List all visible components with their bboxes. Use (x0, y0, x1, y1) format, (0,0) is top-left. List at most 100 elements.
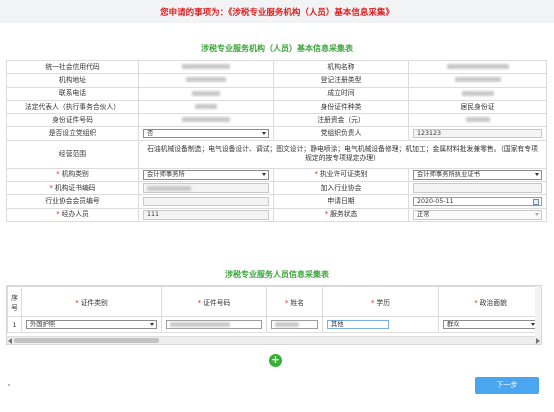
party-org-select[interactable]: 否 (143, 128, 269, 139)
party-leader-label: 党组织负责人 (273, 126, 409, 141)
association-label: 加入行业协会 (273, 181, 409, 196)
business-scope-value: 石油机械设备制造；电气设备设计、调试；图文设计；静电喷涂；电气机械设备修理；机加… (138, 139, 547, 169)
calendar-icon[interactable] (533, 198, 539, 205)
next-step-button[interactable]: 下一步 (475, 377, 539, 394)
doc-no-input[interactable] (166, 319, 262, 330)
party-leader-input[interactable]: 123123 (413, 128, 542, 139)
handler-input[interactable]: 111 (143, 210, 269, 220)
col-politics: * 政治面貌 (438, 286, 541, 317)
col-doc-no: * 证件号码 (161, 286, 267, 317)
cert-code-input[interactable] (143, 183, 269, 193)
capital-label: 注册资金（元） (273, 113, 409, 128)
politics-cell: 群众 (438, 316, 541, 333)
capital-value (408, 113, 547, 128)
chevron-down-icon (535, 173, 539, 177)
org-category-label: * 机构类别 (6, 167, 139, 183)
col-education: * 学历 (322, 286, 439, 317)
col-seq: 序号 (7, 286, 22, 317)
association-input[interactable] (413, 183, 542, 193)
staff-table-container: 序号 * 证件类别 * 证件号码 * 姓名 * 学历 * 政治面貌 1 外国护照 其他 群… (6, 285, 542, 345)
table-row: 联系电话 成立时间 (6, 86, 547, 101)
business-scope-label: 经营范围 (6, 139, 139, 169)
phone-label: 联系电话 (6, 86, 139, 101)
service-status-label: * 服务状态 (273, 207, 409, 222)
reg-type-label: 登记注册类型 (273, 73, 409, 88)
apply-date-label: 申请日期 (273, 194, 409, 209)
credit-code-label: 统一社会信用代码 (6, 59, 139, 75)
license-type-label: * 执业许可证类别 (273, 167, 409, 183)
founded-label: 成立时间 (273, 86, 409, 101)
org-section-title: 涉税专业服务机构（人员）基本信息采集表 (201, 44, 353, 53)
party-org-cell: 否 (138, 126, 274, 141)
table-row: 行业协会会员编号 申请日期 2020-05-11 (6, 194, 547, 209)
chevron-down-icon (262, 173, 266, 177)
handler-label: * 经办人员 (6, 207, 139, 222)
vertical-scrollbar[interactable] (535, 286, 541, 338)
party-org-label: 是否设立党组织 (6, 126, 139, 141)
table-row: 1 外国护照 其他 群众 (7, 316, 541, 333)
table-row: 经营范围 石油机械设备制造；电气设备设计、调试；图文设计；静电喷涂；电气机械设备… (6, 139, 547, 169)
add-row-button[interactable]: + (269, 354, 282, 367)
col-name: * 姓名 (266, 286, 323, 317)
org-name-label: 机构名称 (273, 59, 409, 75)
chevron-down-icon (150, 322, 154, 326)
table-row: * 经办人员 111 * 服务状态 正常 (6, 207, 547, 222)
member-no-input[interactable] (143, 196, 269, 207)
scroll-left-icon[interactable] (8, 338, 12, 344)
id-number-label: 身份证件号码 (6, 113, 139, 128)
decorative-dot (8, 384, 10, 386)
id-number-value (138, 113, 274, 128)
service-status-cell: 正常 (408, 207, 547, 222)
legal-rep-value (138, 99, 274, 115)
table-row: 是否设立党组织 否 党组织负责人 123123 (6, 126, 547, 141)
chevron-down-icon (535, 213, 539, 217)
table-row: 身份证件号码 注册资金（元） (6, 113, 547, 128)
member-no-cell (138, 194, 274, 209)
cert-code-cell (138, 181, 274, 196)
education-cell: 其他 (322, 316, 439, 333)
reg-type-value (408, 73, 547, 88)
scroll-thumb[interactable] (14, 338, 159, 343)
page-title: 您申请的事项为：《涉税专业服务机构（人员）基本信息采集》 (160, 8, 394, 18)
association-cell (408, 181, 547, 196)
license-type-select[interactable]: 会计师事务所执业证书 (413, 170, 542, 180)
cert-code-label: * 机构证书编码 (6, 181, 139, 196)
party-leader-cell: 123123 (408, 126, 547, 141)
table-row: * 机构证书编码 加入行业协会 (6, 181, 547, 196)
org-category-select[interactable]: 会计师事务所 (143, 170, 269, 180)
legal-rep-label: 法定代表人（执行事务合伙人） (6, 99, 139, 115)
table-header-row: 序号 * 证件类别 * 证件号码 * 姓名 * 学历 * 政治面貌 (7, 286, 541, 317)
col-doc-type: * 证件类别 (21, 286, 162, 317)
education-input[interactable]: 其他 (327, 319, 389, 330)
doc-type-select[interactable]: 外国护照 (26, 319, 157, 330)
member-no-label: 行业协会会员编号 (6, 194, 139, 209)
politics-select[interactable]: 群众 (443, 319, 538, 330)
service-status-select[interactable]: 正常 (413, 210, 542, 220)
phone-value (138, 86, 274, 101)
credit-code-value (138, 59, 274, 75)
name-cell (266, 316, 323, 333)
org-name-value (408, 59, 547, 75)
table-row: 统一社会信用代码 机构名称 (6, 59, 547, 75)
handler-cell: 111 (138, 207, 274, 222)
staff-table: 序号 * 证件类别 * 证件号码 * 姓名 * 学历 * 政治面貌 1 外国护照 其他 群… (7, 286, 541, 333)
doc-no-cell (161, 316, 267, 333)
org-address-label: 机构地址 (6, 73, 139, 88)
table-row: 法定代表人（执行事务合伙人） 身份证件种类 居民身份证 (6, 99, 547, 115)
apply-date-cell: 2020-05-11 (408, 194, 547, 209)
org-address-value (138, 73, 274, 88)
license-type-cell: 会计师事务所执业证书 (408, 167, 547, 183)
org-category-cell: 会计师事务所 (138, 167, 274, 183)
id-type-value: 居民身份证 (408, 99, 547, 115)
founded-value (408, 86, 547, 101)
doc-type-cell: 外国护照 (21, 316, 162, 333)
id-type-label: 身份证件种类 (273, 99, 409, 115)
apply-date-input[interactable]: 2020-05-11 (413, 196, 542, 207)
scroll-right-icon[interactable] (536, 338, 540, 344)
horizontal-scrollbar[interactable] (7, 336, 541, 344)
table-row: * 机构类别 会计师事务所 * 执业许可证类别 会计师事务所执业证书 (6, 167, 547, 183)
org-info-table: 统一社会信用代码 机构名称 机构地址 登记注册类型 联系电话 成立时间 法定代表… (6, 59, 547, 222)
staff-section-title: 涉税专业服务人员信息采集表 (225, 270, 329, 279)
chevron-down-icon (262, 131, 266, 135)
name-input[interactable] (271, 319, 318, 330)
